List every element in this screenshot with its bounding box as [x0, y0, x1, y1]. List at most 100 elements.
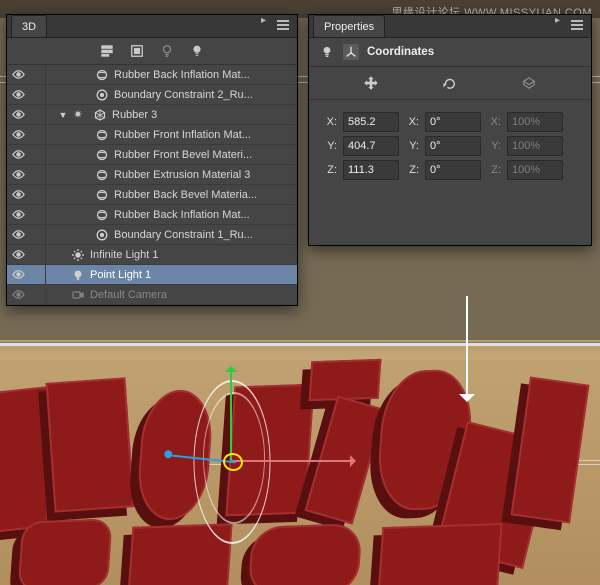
panel-flyout-icon[interactable]: [277, 18, 293, 30]
axis-label: Y:: [487, 140, 501, 152]
axis-label: X:: [323, 116, 337, 128]
new-light-icon[interactable]: [159, 43, 175, 59]
constraint-icon: [94, 227, 110, 243]
tree-item-label: Default Camera: [90, 289, 297, 301]
panel-3d-toolbar: [7, 38, 297, 65]
tree-item[interactable]: Point Light 1: [7, 265, 297, 285]
tree-gutter: [29, 165, 46, 184]
visibility-toggle[interactable]: [9, 126, 27, 144]
properties-title: Coordinates: [367, 46, 434, 58]
tree-item-label: Rubber Front Bevel Materi...: [114, 149, 297, 161]
visibility-toggle[interactable]: [9, 206, 27, 224]
material-icon: [94, 67, 110, 83]
visibility-toggle[interactable]: [9, 166, 27, 184]
axis-label: Z:: [323, 164, 337, 176]
render-icon[interactable]: [129, 43, 145, 59]
tree-gutter: [29, 205, 46, 224]
tree-item[interactable]: Rubber Front Inflation Mat...: [7, 125, 297, 145]
panel-menu[interactable]: ▸: [261, 18, 293, 30]
filter-scene-icon[interactable]: [99, 43, 115, 59]
tree-gutter: [29, 145, 46, 164]
visibility-toggle[interactable]: [9, 66, 27, 84]
mesh-star-icon: ✷: [70, 107, 86, 123]
coord-row-z: Z:111.3Z:0Z:100%: [323, 158, 577, 182]
tree-item-label: Rubber 3: [112, 109, 297, 121]
gizmo-axis-y[interactable]: [230, 370, 232, 462]
light-icon[interactable]: [189, 43, 205, 59]
tree-item-label: Boundary Constraint 2_Ru...: [114, 89, 297, 101]
position-z[interactable]: 111.3: [343, 160, 399, 180]
light-icon[interactable]: [319, 44, 335, 60]
visibility-toggle[interactable]: [9, 106, 27, 124]
scale-y: 100%: [507, 136, 563, 156]
tree-item[interactable]: Rubber Extrusion Material 3: [7, 165, 297, 185]
tree-item[interactable]: Rubber Front Bevel Materi...: [7, 145, 297, 165]
material-icon: [94, 207, 110, 223]
rotation-x[interactable]: 0: [425, 112, 481, 132]
panel-flyout-icon[interactable]: [571, 18, 587, 30]
disclosure-triangle[interactable]: ▼: [58, 110, 68, 120]
rotation-z[interactable]: 0: [425, 160, 481, 180]
panel-tabbar: 3D ▸: [7, 15, 297, 38]
scene-tree: Rubber Back Inflation Mat... Boundary Con…: [7, 65, 297, 305]
coord-row-x: X:585.2X:0X:100%: [323, 110, 577, 134]
light-icon: [70, 267, 86, 283]
material-icon: [94, 167, 110, 183]
tree-item[interactable]: ▼✷ Rubber 3: [7, 105, 297, 125]
move-gizmo[interactable]: [120, 370, 380, 550]
rotation-y[interactable]: 0: [425, 136, 481, 156]
tree-gutter: [29, 265, 46, 284]
tree-gutter: [29, 65, 46, 84]
visibility-toggle[interactable]: [9, 146, 27, 164]
tree-item[interactable]: Rubber Back Inflation Mat...: [7, 205, 297, 225]
tree-gutter: [29, 285, 46, 304]
tree-item-label: Rubber Front Inflation Mat...: [114, 129, 297, 141]
panel-collapse-icon[interactable]: ▸: [555, 18, 565, 30]
tree-gutter: [29, 185, 46, 204]
light-icon: [70, 247, 86, 263]
visibility-toggle[interactable]: [9, 266, 27, 284]
visibility-toggle[interactable]: [9, 226, 27, 244]
tree-gutter: [29, 245, 46, 264]
axis-label: Y:: [323, 140, 337, 152]
visibility-toggle[interactable]: [9, 186, 27, 204]
position-x[interactable]: 585.2: [343, 112, 399, 132]
tab-3d[interactable]: 3D: [11, 15, 47, 37]
transform-modes: [309, 67, 591, 100]
coordinates-grid: X:585.2X:0X:100%Y:404.7Y:0Y:100%Z:111.3Z…: [309, 100, 591, 182]
axis-label: Z:: [405, 164, 419, 176]
visibility-toggle[interactable]: [9, 246, 27, 264]
axis-label: Y:: [405, 140, 419, 152]
tree-item-label: Rubber Back Inflation Mat...: [114, 69, 297, 81]
visibility-toggle[interactable]: [9, 286, 27, 304]
mode-scale-icon[interactable]: [521, 75, 537, 91]
tree-item[interactable]: Boundary Constraint 2_Ru...: [7, 85, 297, 105]
panel-properties: Properties ▸ Coordinates X:585.2X:0X:100…: [308, 14, 592, 246]
mode-move-icon[interactable]: [363, 75, 379, 91]
constraint-icon: [94, 87, 110, 103]
camera-icon: [70, 287, 86, 303]
mode-rotate-icon[interactable]: [442, 75, 458, 91]
coord-row-y: Y: 404.7 Y: 0 Y: 100%: [323, 134, 577, 158]
tab-properties[interactable]: Properties: [313, 15, 385, 37]
panel-3d: 3D ▸ Rubber Back Inflation Mat... Boundar…: [6, 14, 298, 306]
visibility-toggle[interactable]: [9, 86, 27, 104]
scale-z: 100%: [507, 160, 563, 180]
tree-item[interactable]: Boundary Constraint 1_Ru...: [7, 225, 297, 245]
tree-gutter: [29, 225, 46, 244]
coordinates-icon[interactable]: [343, 44, 359, 60]
tree-item-label: Rubber Back Inflation Mat...: [114, 209, 297, 221]
tree-item[interactable]: Rubber Back Bevel Materia...: [7, 185, 297, 205]
tree-item[interactable]: Rubber Back Inflation Mat...: [7, 65, 297, 85]
position-y[interactable]: 404.7: [343, 136, 399, 156]
mesh-icon: [92, 107, 108, 123]
material-icon: [94, 187, 110, 203]
annotation-arrow: [466, 296, 468, 396]
tree-item[interactable]: Infinite Light 1: [7, 245, 297, 265]
scale-x: 100%: [507, 112, 563, 132]
panel-collapse-icon[interactable]: ▸: [261, 18, 271, 30]
material-icon: [94, 147, 110, 163]
panel-menu[interactable]: ▸: [555, 18, 587, 30]
gizmo-axis-x[interactable]: [232, 460, 352, 462]
tree-item[interactable]: Default Camera: [7, 285, 297, 305]
